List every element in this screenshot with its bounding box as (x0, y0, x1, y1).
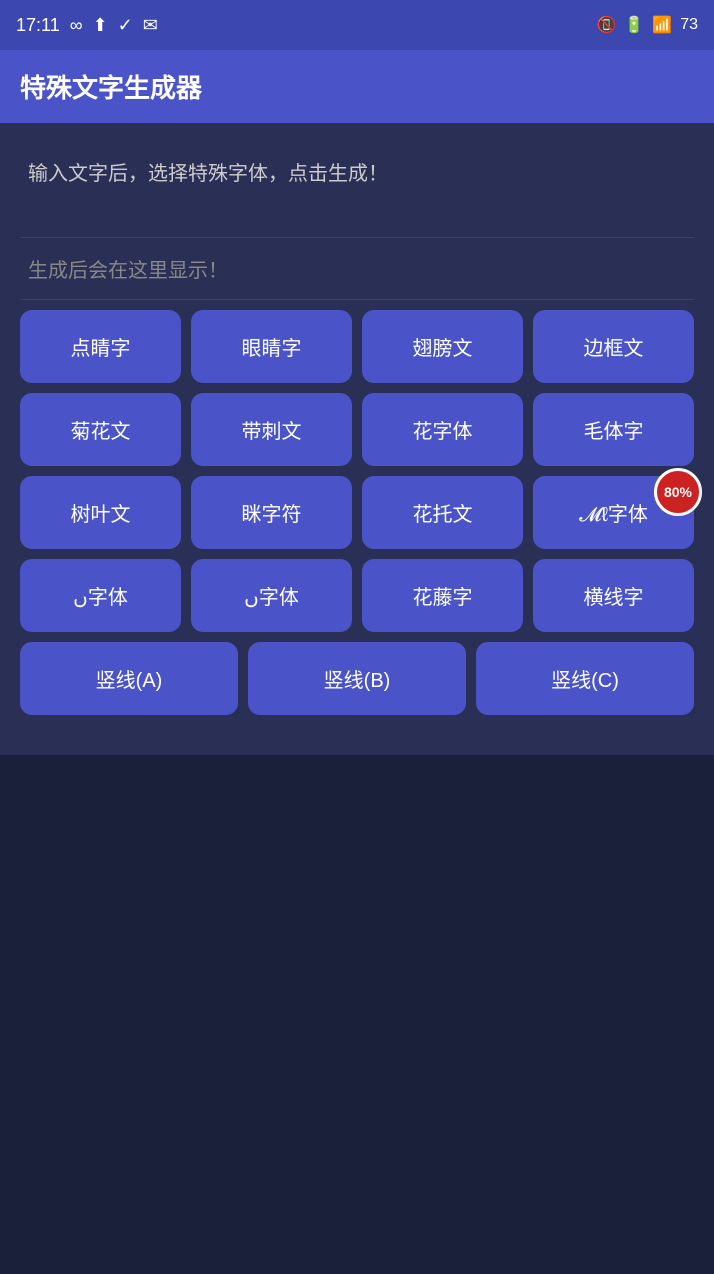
phone-icon: 📵 (596, 15, 616, 35)
app-bar: 特殊文字生成器 (0, 50, 714, 123)
input-hint: 输入文字后，选择特殊字体，点击生成！ (20, 159, 694, 189)
ml-badge: 80% (654, 468, 702, 516)
btn-ju-hua[interactable]: 菊花文 (20, 393, 181, 466)
btn-arabic2[interactable]: ﮞ字体 (191, 559, 352, 632)
input-area: 输入文字后，选择特殊字体，点击生成！ (20, 143, 694, 238)
bottom-area (0, 755, 714, 935)
btn-yan-jing[interactable]: 眼睛字 (191, 310, 352, 383)
btn-hua-teng[interactable]: 花藤字 (362, 559, 523, 632)
btn-zhu-xian-c[interactable]: 竖线(C) (476, 642, 694, 715)
battery-level: 73 (680, 16, 698, 34)
buttons-section: 点睛字 眼睛字 翅膀文 边框文 菊花文 带刺文 花字体 毛体 (20, 300, 694, 735)
output-hint: 生成后会在这里显示！ (28, 260, 228, 282)
btn-dian-jing[interactable]: 点睛字 (20, 310, 181, 383)
btn-mie-zi[interactable]: 眯字符 (191, 476, 352, 549)
infinity-icon: ∞ (70, 15, 83, 36)
btn-shu-ye[interactable]: 树叶文 (20, 476, 181, 549)
status-right: 📵 🔋 📶 73 (596, 15, 698, 35)
btn-zhu-xian-b[interactable]: 竖线(B) (248, 642, 466, 715)
buttons-row-1: 点睛字 眼睛字 翅膀文 边框文 (20, 310, 694, 383)
btn-dai-ci[interactable]: 带刺文 (191, 393, 352, 466)
wifi-icon: 📶 (652, 15, 672, 35)
battery-icon: 🔋 (624, 15, 644, 35)
btn-heng-xian[interactable]: 横线字 (533, 559, 694, 632)
btn-hua-zi[interactable]: 花字体 (362, 393, 523, 466)
btn-bian-kuang[interactable]: 边框文 (533, 310, 694, 383)
status-time: 17:11 (16, 15, 60, 36)
buttons-row-3: 树叶文 眯字符 花托文 𝓜ℓ字体 80% (20, 476, 694, 549)
buttons-row-5: 竖线(A) 竖线(B) 竖线(C) (20, 642, 694, 715)
upload-icon: ⬆ (93, 15, 108, 36)
btn-chi-peng[interactable]: 翅膀文 (362, 310, 523, 383)
notification-icon: ✉ (143, 15, 158, 36)
output-area: 生成后会在这里显示！ (20, 238, 694, 300)
btn-ml-zi[interactable]: 𝓜ℓ字体 80% (533, 476, 694, 549)
buttons-row-2: 菊花文 带刺文 花字体 毛体字 (20, 393, 694, 466)
btn-zhu-xian-a[interactable]: 竖线(A) (20, 642, 238, 715)
buttons-row-4: ﮞ字体 ﮞ字体 花藤字 横线字 (20, 559, 694, 632)
text-input[interactable] (20, 189, 694, 229)
status-bar: 17:11 ∞ ⬆ ✓ ✉ 📵 🔋 📶 73 (0, 0, 714, 50)
main-content: 输入文字后，选择特殊字体，点击生成！ 生成后会在这里显示！ 点睛字 眼睛字 翅膀… (0, 123, 714, 755)
btn-mao-ti[interactable]: 毛体字 (533, 393, 694, 466)
check-circle-icon: ✓ (118, 15, 133, 36)
btn-arabic1[interactable]: ﮞ字体 (20, 559, 181, 632)
status-left: 17:11 ∞ ⬆ ✓ ✉ (16, 15, 158, 36)
btn-hua-tuo[interactable]: 花托文 (362, 476, 523, 549)
app-title: 特殊文字生成器 (20, 73, 202, 103)
